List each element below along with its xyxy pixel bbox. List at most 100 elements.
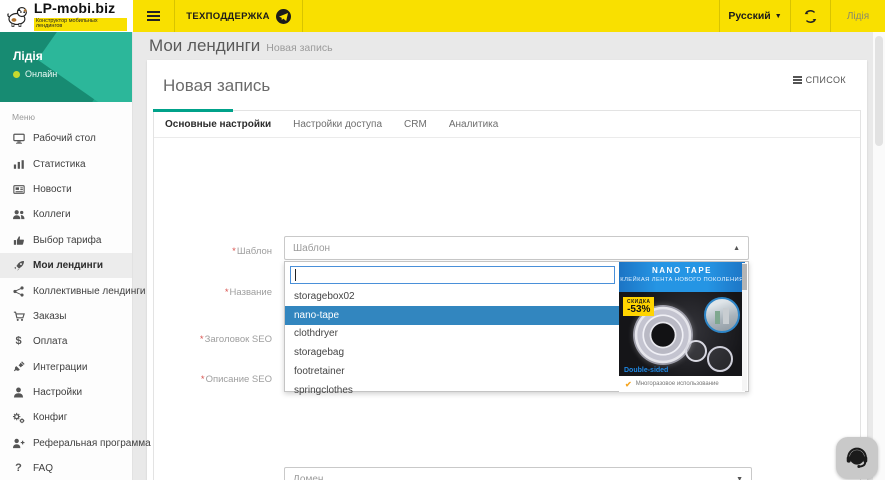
rocket-icon	[12, 259, 25, 272]
sidebar-username: Лідія	[13, 49, 43, 63]
sidebar-item-payment[interactable]: $ Оплата	[0, 329, 132, 354]
user-icon	[12, 386, 25, 399]
dropdown-option[interactable]: storagebag	[285, 343, 619, 362]
form-main-settings: *Шаблон Шаблон ▲ *Название *Заголовок SE…	[154, 138, 860, 480]
sidebar-item-my-landings[interactable]: Мои лендинги	[0, 253, 132, 278]
chevron-down-icon: ▼	[736, 476, 743, 480]
sidebar-item-orders[interactable]: Заказы	[0, 304, 132, 329]
language-label: Русский	[728, 10, 770, 22]
sidebar: Лідія Онлайн Меню Рабочий стол Статистик…	[0, 32, 133, 480]
preview-product-photo: СКИДКА -53% Double-sided	[619, 292, 745, 376]
topbar: LP-mobi.biz Конструктор мобильных лендин…	[0, 0, 885, 32]
page-subtitle: Новая запись	[266, 42, 332, 54]
sidebar-item-integrations[interactable]: Интеграции	[0, 355, 132, 380]
preview-feature-row: ✔ Многоразовое использование	[619, 376, 745, 392]
sidebar-item-statistics[interactable]: Статистика	[0, 151, 132, 176]
sidebar-item-tariff[interactable]: Выбор тарифа	[0, 228, 132, 253]
seo-title-label: *Заголовок SEO	[154, 334, 272, 345]
headset-icon	[843, 444, 871, 472]
sidebar-item-collective-landings[interactable]: Коллективные лендинги	[0, 278, 132, 303]
list-icon	[793, 76, 802, 84]
breadcrumb: Мои лендинги Новая запись	[149, 36, 333, 56]
list-button[interactable]: СПИСОК	[788, 72, 851, 88]
template-preview-image[interactable]: NANO TAPE КЛЕЙКАЯ ЛЕНТА НОВОГО ПОКОЛЕНИЯ…	[619, 262, 745, 392]
sidebar-menu: Рабочий стол Статистика Новости Коллеги …	[0, 126, 132, 480]
support-label: ТЕХПОДДЕРЖКА	[186, 11, 270, 22]
hamburger-icon	[147, 11, 160, 13]
sidebar-item-news[interactable]: Новости	[0, 177, 132, 202]
tab-main-settings[interactable]: Основные настройки	[154, 111, 282, 137]
sidebar-item-referral[interactable]: Реферальная программа	[0, 431, 132, 456]
logo-title: LP-mobi.biz	[34, 1, 127, 15]
app-window: LP-mobi.biz Конструктор мобильных лендин…	[0, 0, 885, 480]
text-cursor	[295, 269, 296, 281]
desktop-icon	[12, 132, 25, 145]
preview-caption: Double-sided	[624, 367, 668, 374]
dropdown-option-selected[interactable]: nano-tape	[285, 306, 619, 325]
check-icon: ✔	[625, 380, 632, 389]
preview-header: NANO TAPE КЛЕЙКАЯ ЛЕНТА НОВОГО ПОКОЛЕНИЯ	[619, 262, 745, 292]
topbar-user-menu[interactable]: Лідія	[831, 0, 885, 32]
dropdown-option[interactable]: footretainer	[285, 362, 619, 381]
scrollbar-thumb[interactable]	[875, 36, 883, 146]
topbar-spacer	[303, 0, 719, 32]
plug-icon	[12, 361, 25, 374]
logo-subtitle: Конструктор мобильных лендингов	[34, 18, 127, 31]
preview-inset-photo	[704, 297, 740, 333]
newspaper-icon	[12, 183, 25, 196]
card-title: Новая запись	[163, 76, 270, 96]
online-status-dot	[13, 71, 20, 78]
name-label: *Название	[154, 287, 272, 298]
support-button[interactable]: ТЕХПОДДЕРЖКА	[175, 0, 303, 32]
preview-title: NANO TAPE	[619, 266, 745, 275]
bar-chart-icon	[12, 158, 25, 171]
sidebar-item-colleagues[interactable]: Коллеги	[0, 202, 132, 227]
domain-select[interactable]: Домен ▼	[284, 467, 752, 480]
page-title: Мои лендинги	[149, 36, 260, 55]
preview-subtitle: КЛЕЙКАЯ ЛЕНТА НОВОГО ПОКОЛЕНИЯ	[619, 277, 745, 283]
sidebar-item-faq[interactable]: ? FAQ	[0, 456, 132, 480]
gears-icon	[12, 411, 25, 424]
dropdown-option[interactable]: springclothes	[285, 381, 619, 400]
preview-feature-text: Многоразовое использование	[636, 381, 719, 387]
logo[interactable]: LP-mobi.biz Конструктор мобильных лендин…	[0, 0, 133, 32]
chevron-up-icon: ▲	[733, 245, 740, 252]
question-icon: ?	[12, 462, 25, 475]
refresh-button[interactable]	[791, 0, 831, 32]
tab-access-settings[interactable]: Настройки доступа	[282, 111, 393, 137]
chevron-down-icon: ▼	[775, 13, 782, 20]
sidebar-item-config[interactable]: Конфиг	[0, 405, 132, 430]
content-card: Новая запись СПИСОК Основные настройки Н…	[147, 60, 867, 480]
sidebar-item-settings[interactable]: Настройки	[0, 380, 132, 405]
menu-section-label: Меню	[0, 102, 132, 126]
language-selector[interactable]: Русский ▼	[719, 0, 791, 32]
page-scrollbar[interactable]	[873, 32, 885, 480]
refresh-icon	[804, 10, 817, 23]
dropdown-scrollbar[interactable]	[742, 263, 747, 391]
topbar-username: Лідія	[847, 11, 869, 22]
user-plus-icon	[12, 437, 25, 450]
cart-icon	[12, 310, 25, 323]
template-label: *Шаблон	[154, 246, 272, 257]
template-dropdown-panel: storagebox02 nano-tape clothdryer storag…	[284, 261, 749, 392]
dropdown-option[interactable]: clothdryer	[285, 325, 619, 344]
tab-bar: Основные настройки Настройки доступа CRM…	[154, 111, 860, 138]
seo-description-label: *Описание SEO	[154, 374, 272, 385]
sidebar-toggle-button[interactable]	[133, 0, 175, 32]
tab-crm[interactable]: CRM	[393, 111, 438, 137]
users-icon	[12, 208, 25, 221]
sidebar-user-panel: Лідія Онлайн	[0, 32, 132, 102]
discount-badge: СКИДКА -53%	[623, 297, 654, 316]
tab-analytics[interactable]: Аналитика	[438, 111, 510, 137]
tab-container: Основные настройки Настройки доступа CRM…	[153, 110, 861, 480]
dropdown-option[interactable]: storagebox02	[285, 287, 619, 306]
active-tab-indicator	[153, 109, 233, 112]
thumbs-up-icon	[12, 234, 25, 247]
sidebar-item-dashboard[interactable]: Рабочий стол	[0, 126, 132, 151]
share-icon	[12, 285, 25, 298]
template-select[interactable]: Шаблон ▲	[284, 236, 749, 260]
dollar-icon: $	[12, 335, 25, 348]
dropdown-search-input[interactable]	[290, 266, 615, 284]
support-chat-widget[interactable]	[836, 437, 878, 479]
dog-logo-icon	[6, 5, 30, 27]
